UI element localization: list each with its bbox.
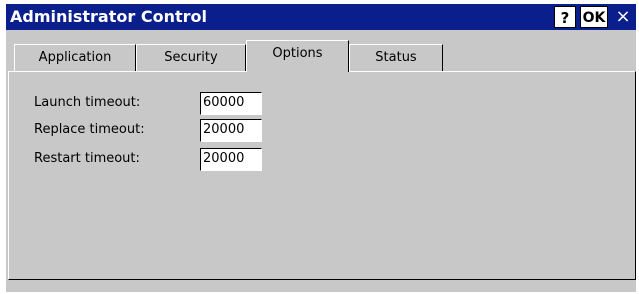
launch-timeout-input[interactable]: 60000 bbox=[200, 92, 262, 115]
tab-strip: Application Security Options Status bbox=[6, 30, 636, 72]
dialog-client-area: Application Security Options Status Laun… bbox=[6, 30, 636, 292]
replace-timeout-input[interactable]: 20000 bbox=[200, 119, 262, 142]
tab-options[interactable]: Options bbox=[246, 40, 349, 72]
launch-timeout-label: Launch timeout: bbox=[34, 95, 141, 110]
restart-timeout-label: Restart timeout: bbox=[34, 151, 140, 166]
tab-security[interactable]: Security bbox=[136, 44, 246, 71]
administrator-control-window: Administrator Control ? OK × Application… bbox=[0, 0, 639, 294]
ok-button[interactable]: OK bbox=[580, 6, 608, 28]
window-title: Administrator Control bbox=[10, 7, 207, 26]
tab-application[interactable]: Application bbox=[14, 44, 136, 71]
replace-timeout-row: Replace timeout: 20000 bbox=[9, 119, 409, 143]
launch-timeout-row: Launch timeout: 60000 bbox=[9, 92, 409, 116]
options-panel: Launch timeout: 60000 Replace timeout: 2… bbox=[8, 71, 636, 280]
tab-status[interactable]: Status bbox=[349, 44, 443, 71]
help-button[interactable]: ? bbox=[554, 6, 576, 28]
replace-timeout-label: Replace timeout: bbox=[34, 122, 145, 137]
close-icon[interactable]: × bbox=[612, 6, 634, 28]
title-bar[interactable]: Administrator Control ? OK × bbox=[6, 4, 636, 30]
restart-timeout-row: Restart timeout: 20000 bbox=[9, 148, 409, 172]
restart-timeout-input[interactable]: 20000 bbox=[200, 148, 262, 171]
